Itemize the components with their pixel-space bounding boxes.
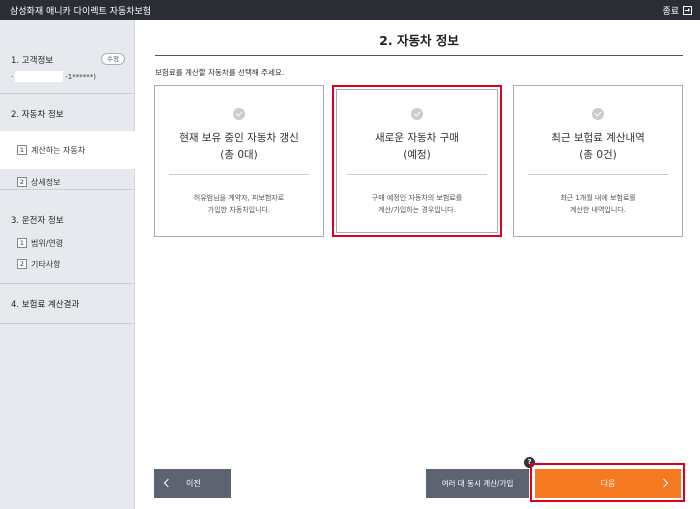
card-title: 새로운 자동차 구매 (예정) xyxy=(375,132,459,161)
card-divider xyxy=(169,174,309,175)
sidebar-section-car: 2. 자동차 정보 1 계산하는 자동차 2 상세정보 xyxy=(0,94,135,190)
card-title: 현재 보유 중인 자동차 갱신 (총 0대) xyxy=(179,132,299,161)
instruction-text: 보험료를 계산할 자동차를 선택해 주세요. xyxy=(155,68,285,77)
card-description: 구매 예정인 자동차의 보험료를 계산/가입하는 경우입니다. xyxy=(371,194,463,214)
card-divider xyxy=(347,174,487,175)
edit-customer-button[interactable]: 수정 xyxy=(101,53,125,65)
sidebar-item-etc[interactable]: 2 기타사항 xyxy=(0,254,135,274)
exit-label: 종료 xyxy=(662,7,679,17)
card-title: 최근 보험료 계산내역 (총 0건) xyxy=(551,132,645,161)
next-button[interactable]: 다음 xyxy=(535,469,681,498)
title-bar: 삼성화재 애니카 다이렉트 자동차보험 종료 xyxy=(0,0,700,20)
sidebar: 1. 고객정보 수정 · -1******) 2. 자동차 정보 1 계산하는 … xyxy=(0,20,135,509)
chevron-left-icon xyxy=(163,478,173,488)
exit-icon xyxy=(683,6,692,15)
card-new-car[interactable]: 새로운 자동차 구매 (예정) 구매 예정인 자동차의 보험료를 계산/가입하는… xyxy=(332,85,502,237)
card-renew-car[interactable]: 현재 보유 중인 자동차 갱신 (총 0대) 허유범님을 계약자, 피보험자로 … xyxy=(154,85,324,237)
card-description: 최근 1개월 내에 보험료를 계산한 내역입니다. xyxy=(560,194,636,214)
exit-button[interactable]: 종료 xyxy=(662,4,692,17)
check-icon xyxy=(592,108,604,120)
sidebar-heading-driver[interactable]: 3. 운전자 정보 xyxy=(11,214,64,226)
sidebar-section-customer: 1. 고객정보 수정 · -1******) xyxy=(0,20,135,94)
check-icon xyxy=(411,108,423,120)
card-recent-history[interactable]: 최근 보험료 계산내역 (총 0건) 최근 1개월 내에 보험료를 계산한 내역… xyxy=(513,85,683,237)
sidebar-heading-customer: 1. 고객정보 xyxy=(11,56,54,66)
masked-field xyxy=(15,71,64,82)
customer-masked-id: · -1******) xyxy=(11,71,96,82)
check-icon xyxy=(233,108,245,120)
sidebar-section-driver: 3. 운전자 정보 1 범위/연령 2 기타사항 xyxy=(0,190,135,284)
app-title: 삼성화재 애니카 다이렉트 자동차보험 xyxy=(10,7,152,17)
prev-button[interactable]: 이전 xyxy=(154,469,231,498)
sidebar-heading-result[interactable]: 4. 보험료 계산결과 xyxy=(11,298,79,310)
sidebar-section-result: 4. 보험료 계산결과 xyxy=(0,284,135,324)
card-divider xyxy=(528,174,668,175)
card-description: 허유범님을 계약자, 피보험자로 가입한 자동차입니다. xyxy=(193,194,285,214)
multi-calc-button[interactable]: 여러 대 동시 계산/가입 xyxy=(426,469,529,498)
sidebar-item-calc-car[interactable]: 1 계산하는 자동차 xyxy=(0,131,135,169)
sidebar-item-range-age[interactable]: 1 범위/연령 xyxy=(0,233,135,253)
page-title: 2. 자동차 정보 xyxy=(155,28,683,56)
sidebar-item-detail[interactable]: 2 상세정보 xyxy=(0,172,135,192)
sidebar-heading-car[interactable]: 2. 자동차 정보 xyxy=(11,108,64,120)
